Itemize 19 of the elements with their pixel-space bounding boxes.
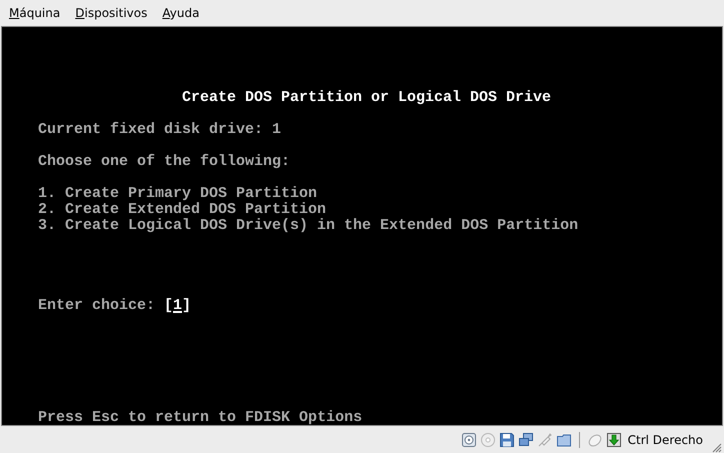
floppy-icon[interactable] — [498, 432, 515, 448]
menu-option: 2. Create Extended DOS Partition — [38, 202, 722, 218]
choice-field[interactable]: [1] — [164, 298, 192, 314]
menu-heading: Choose one of the following: — [38, 154, 292, 170]
choice-prompt: Enter choice: — [38, 298, 156, 314]
menu-option: 3. Create Logical DOS Drive(s) in the Extended DOS Partition — [38, 218, 722, 234]
disk-drive-line: Current fixed disk drive: 1 — [38, 122, 282, 138]
resize-grip-icon[interactable] — [710, 441, 722, 453]
keyboard-capture-icon[interactable] — [606, 432, 622, 448]
screen-title: Create DOS Partition or Logical DOS Drive — [181, 90, 552, 106]
network-icon[interactable] — [518, 432, 534, 448]
footer-hint: Press Esc to return to FDISK Options — [38, 410, 364, 426]
menu-item[interactable]: Ayuda — [162, 6, 200, 20]
text-cursor — [173, 311, 182, 313]
menu-option: 1. Create Primary DOS Partition — [38, 186, 722, 202]
folder-icon[interactable] — [556, 432, 572, 448]
menu-item[interactable]: Dispositivos — [75, 6, 148, 20]
menu-item[interactable]: Máquina — [9, 6, 60, 20]
host-key-label: Ctrl Derecho — [628, 432, 703, 446]
